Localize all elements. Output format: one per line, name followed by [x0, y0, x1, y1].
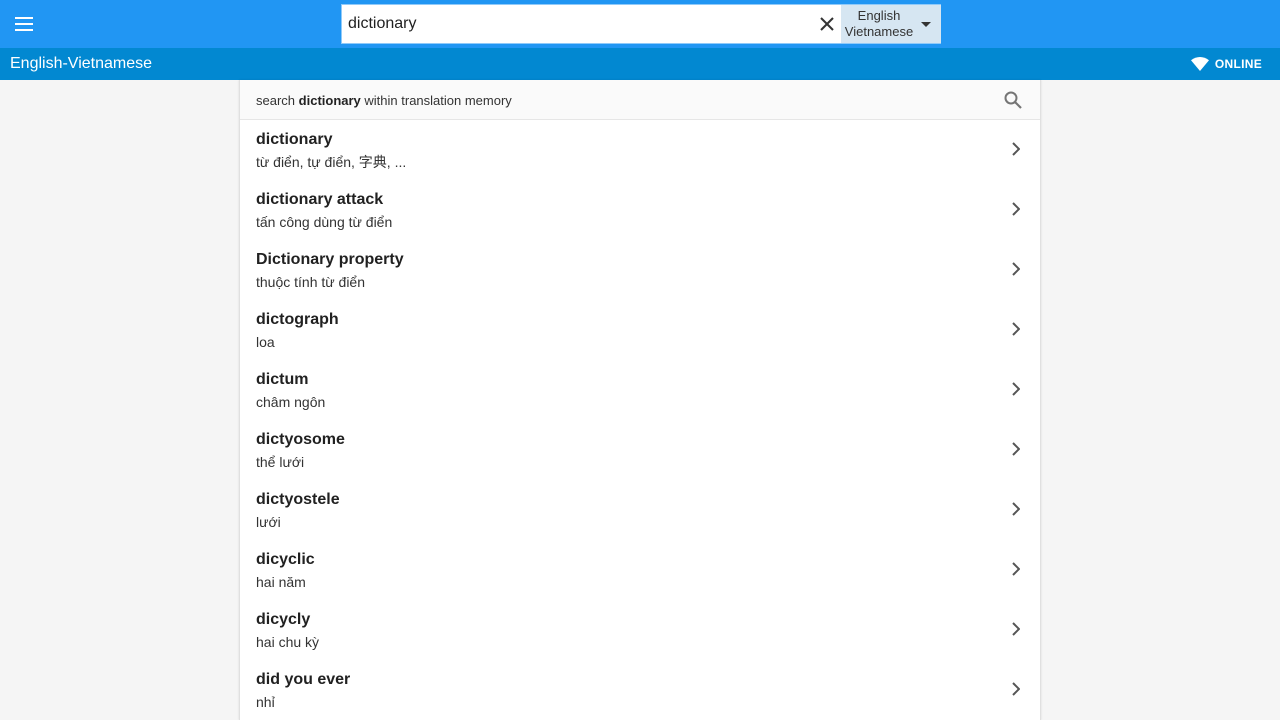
result-word: dictyosome [256, 431, 345, 448]
clear-search-button[interactable] [812, 9, 842, 39]
search-translation-memory[interactable]: search dictionary within translation mem… [240, 80, 1040, 120]
chevron-right-icon [1012, 442, 1020, 456]
result-translation: lưới [256, 514, 281, 530]
chevron-right-icon [1012, 262, 1020, 276]
result-word: dictionary [256, 131, 333, 148]
caret-down-icon [921, 22, 931, 27]
menu-button[interactable] [4, 4, 44, 44]
result-item[interactable]: Dictionary property thuộc tính từ điển [240, 240, 1040, 300]
result-translation: thuộc tính từ điển [256, 274, 365, 290]
result-word: did you ever [256, 671, 351, 688]
tm-suffix: within translation memory [364, 93, 512, 108]
target-language: Vietnamese [844, 24, 914, 39]
search-input[interactable] [348, 5, 808, 43]
online-status-label: ONLINE [1214, 57, 1262, 71]
chevron-right-icon [1012, 202, 1020, 216]
result-item[interactable]: dictyosome thể lưới [240, 420, 1040, 480]
result-translation: loa [256, 334, 275, 350]
hamburger-menu-icon [15, 17, 33, 31]
result-item[interactable]: did you ever nhỉ [240, 660, 1040, 720]
tm-prefix: search [256, 93, 296, 108]
chevron-right-icon [1012, 622, 1020, 636]
top-app-bar: English Vietnamese [0, 0, 1280, 48]
result-word: dictum [256, 371, 309, 388]
language-pair-select[interactable]: English Vietnamese [841, 5, 941, 43]
result-word: dictograph [256, 311, 339, 328]
chevron-right-icon [1012, 382, 1020, 396]
result-translation: hai năm [256, 574, 306, 590]
result-item[interactable]: dictionary attack tấn công dùng từ điển [240, 180, 1040, 240]
chevron-right-icon [1012, 322, 1020, 336]
source-language: English [857, 8, 901, 23]
search-icon [1004, 91, 1022, 109]
chevron-right-icon [1012, 562, 1020, 576]
dictionary-title: English-Vietnamese [10, 55, 153, 72]
result-translation: tấn công dùng từ điển [256, 214, 393, 230]
result-word: dictyostele [256, 491, 340, 508]
result-translation: nhỉ [256, 694, 275, 710]
result-word: dictionary attack [256, 191, 384, 208]
result-item[interactable]: dictum châm ngôn [240, 360, 1040, 420]
result-translation: từ điển, tự điển, 字典, ... [256, 154, 407, 170]
translation-memory-text: search dictionary within translation mem… [256, 80, 512, 122]
online-status: ONLINE [1190, 48, 1262, 80]
results-panel: search dictionary within translation mem… [239, 80, 1041, 720]
result-word: dicycly [256, 611, 311, 628]
result-item[interactable]: dictograph loa [240, 300, 1040, 360]
language-pair-label: English Vietnamese [841, 8, 917, 40]
tm-term: dictionary [298, 93, 361, 108]
result-item[interactable]: dicyclic hai năm [240, 540, 1040, 600]
dictionary-bar: English-Vietnamese ONLINE [0, 48, 1280, 80]
result-word: Dictionary property [256, 251, 404, 268]
chevron-right-icon [1012, 142, 1020, 156]
result-item[interactable]: dictionary từ điển, tự điển, 字典, ... [240, 120, 1040, 180]
result-translation: thể lưới [256, 454, 305, 470]
close-icon [820, 17, 834, 31]
result-translation: châm ngôn [256, 394, 326, 410]
chevron-right-icon [1012, 502, 1020, 516]
chevron-right-icon [1012, 682, 1020, 696]
result-translation: hai chu kỳ [256, 634, 320, 650]
search-box: English Vietnamese [341, 4, 941, 44]
result-item[interactable]: dictyostele lưới [240, 480, 1040, 540]
wifi-icon [1190, 57, 1209, 71]
result-word: dicyclic [256, 551, 315, 568]
result-item[interactable]: dicycly hai chu kỳ [240, 600, 1040, 660]
